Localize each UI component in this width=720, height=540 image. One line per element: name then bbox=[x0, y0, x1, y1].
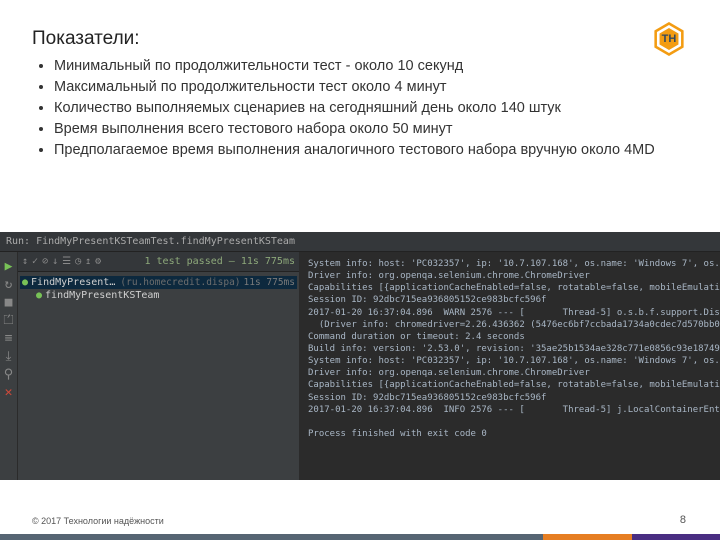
slide: TH Показатели: Минимальный по продолжите… bbox=[0, 0, 720, 540]
run-label: Run: bbox=[6, 236, 30, 247]
export-icon[interactable]: ⤓ bbox=[3, 350, 15, 362]
tree-leaf-name: findMyPresentKSTeam bbox=[45, 290, 295, 301]
tree-icon[interactable]: ☰ bbox=[62, 256, 71, 267]
filter-pass-icon[interactable]: ✓ bbox=[32, 256, 38, 267]
console-line: 2017-01-20 16:37:04.896 WARN 2576 --- [ … bbox=[308, 308, 720, 318]
test-toolbar: ↕ ✓ ⊘ ↓ ☰ ◷ ↥ ⚙ 1 test passed – 11s 775m… bbox=[18, 252, 299, 272]
page-number: 8 bbox=[680, 514, 686, 526]
rerun-icon[interactable]: ↻ bbox=[3, 278, 15, 290]
console-line: Session ID: 92dbc715ea936805152ce983bcfc… bbox=[308, 393, 546, 403]
tests-passed-label: 1 test passed – 11s 775ms bbox=[144, 256, 295, 267]
console-line: (Driver info: chromedriver=2.26.436362 (… bbox=[308, 320, 720, 330]
bullet-item: Время выполнения всего тестового набора … bbox=[54, 119, 688, 140]
pin-icon[interactable]: ⚲ bbox=[3, 368, 15, 380]
console-line: Driver info: org.openqa.selenium.chrome.… bbox=[308, 271, 590, 281]
console-line: Capabilities [{applicationCacheEnabled=f… bbox=[308, 380, 720, 390]
test-tree-panel: ↕ ✓ ⊘ ↓ ☰ ◷ ↥ ⚙ 1 test passed – 11s 775m… bbox=[18, 252, 300, 480]
console-line: System info: host: 'PC032357', ip: '10.7… bbox=[308, 356, 720, 366]
bullet-item: Минимальный по продолжительности тест - … bbox=[54, 56, 688, 77]
footer-color-bar bbox=[0, 534, 720, 540]
run-gutter: ▶ ↻ ■ ⏍ ≡ ⤓ ⚲ ✕ bbox=[0, 252, 18, 480]
stop-icon[interactable]: ■ bbox=[3, 296, 15, 308]
copyright-text: © 2017 Технологии надёжности bbox=[32, 516, 164, 526]
slide-title: Показатели: bbox=[32, 28, 688, 50]
logo-letter: TH bbox=[658, 28, 680, 50]
test-tree: ● FindMyPresentKSTeamTest (ru.homecredit… bbox=[18, 272, 299, 480]
console-line: Process finished with exit code 0 bbox=[308, 429, 487, 439]
tree-root-pkg: (ru.homecredit.dispa) bbox=[120, 277, 240, 288]
console-line: System info: host: 'PC032357', ip: '10.7… bbox=[308, 259, 720, 269]
console-line: Build info: version: '2.53.0', revision:… bbox=[308, 344, 720, 354]
run-config-name: FindMyPresentKSTeamTest.findMyPresentKST… bbox=[36, 236, 295, 247]
console-output[interactable]: System info: host: 'PC032357', ip: '10.7… bbox=[300, 252, 720, 480]
console-line: 2017-01-20 16:37:04.896 INFO 2576 --- [ … bbox=[308, 405, 720, 415]
slide-footer: © 2017 Технологии надёжности 8 bbox=[0, 500, 720, 540]
sort-icon[interactable]: ↓ bbox=[52, 256, 58, 267]
console-line: Driver info: org.openqa.selenium.chrome.… bbox=[308, 368, 590, 378]
export-icon[interactable]: ↥ bbox=[85, 256, 91, 267]
close-icon[interactable]: ✕ bbox=[3, 386, 15, 398]
console-line: Command duration or timeout: 2.4 seconds bbox=[308, 332, 525, 342]
bullet-list: Минимальный по продолжительности тест - … bbox=[32, 56, 688, 161]
bullet-item: Предполагаемое время выполнения аналогич… bbox=[54, 140, 688, 161]
history-icon[interactable]: ◷ bbox=[75, 256, 81, 267]
tree-root-time: 11s 775ms bbox=[244, 277, 295, 288]
ok-icon: ● bbox=[22, 277, 28, 288]
console-line: Session ID: 92dbc715ea936805152ce983bcfc… bbox=[308, 295, 546, 305]
company-logo: TH bbox=[652, 22, 686, 56]
console-line: Capabilities [{applicationCacheEnabled=f… bbox=[308, 283, 720, 293]
ide-screenshot: Run: FindMyPresentKSTeamTest.findMyPrese… bbox=[0, 232, 720, 480]
collapse-icon[interactable]: ↕ bbox=[22, 256, 28, 267]
filter-fail-icon[interactable]: ⊘ bbox=[42, 256, 48, 267]
tree-root-name: FindMyPresentKSTeamTest bbox=[31, 277, 117, 288]
bullet-item: Максимальный по продолжительности тест о… bbox=[54, 77, 688, 98]
tree-root-row[interactable]: ● FindMyPresentKSTeamTest (ru.homecredit… bbox=[20, 276, 297, 289]
run-icon[interactable]: ▶ bbox=[3, 260, 15, 272]
toggle-icon[interactable]: ⏍ bbox=[3, 314, 15, 326]
bullet-item: Количество выполняемых сценариев на сего… bbox=[54, 98, 688, 119]
ide-run-header: Run: FindMyPresentKSTeamTest.findMyPrese… bbox=[0, 232, 720, 252]
tree-leaf-row[interactable]: ● findMyPresentKSTeam bbox=[20, 289, 297, 302]
layout-icon[interactable]: ≡ bbox=[3, 332, 15, 344]
ok-icon: ● bbox=[36, 290, 42, 301]
gear-icon[interactable]: ⚙ bbox=[95, 256, 101, 267]
